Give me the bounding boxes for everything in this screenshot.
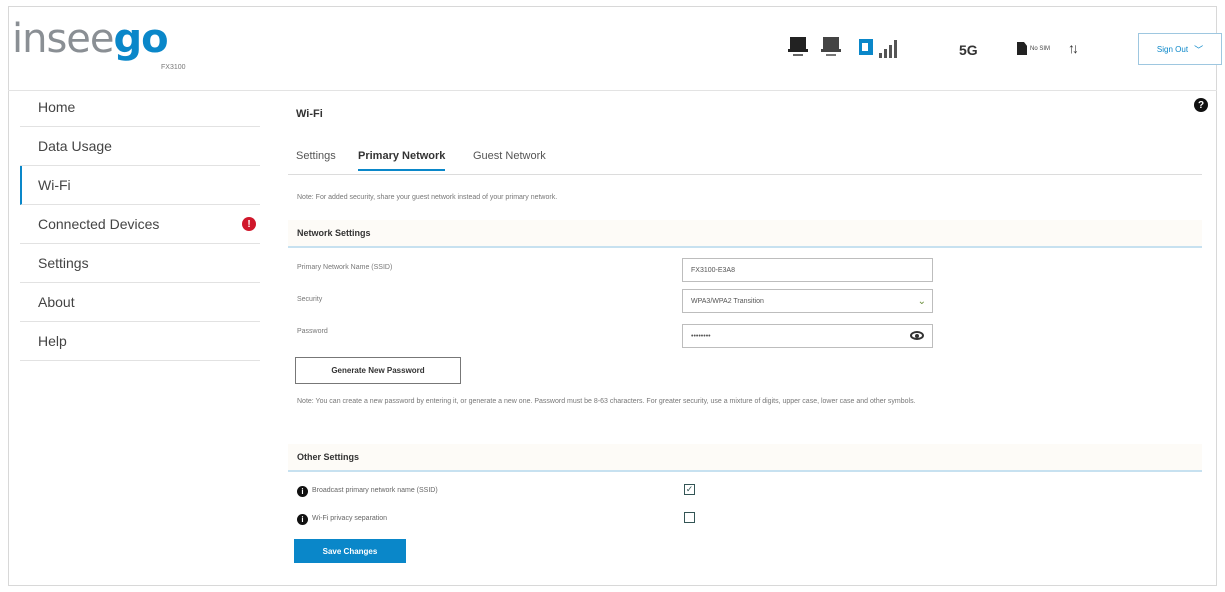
sidebar-item-settings[interactable]: Settings [20,244,260,283]
ssid-value: FX3100-E3A8 [691,266,735,274]
sidebar-item-label: Settings [38,255,89,271]
ssid-input[interactable]: FX3100-E3A8 [682,258,933,282]
security-note: Note: For added security, share your gue… [297,194,558,201]
tab-settings[interactable]: Settings [296,150,336,169]
page-title: Wi-Fi [296,108,323,120]
lan-port-icon [821,37,841,56]
show-password-icon[interactable] [910,331,924,340]
broadcast-ssid-label: Broadcast primary network name (SSID) [312,487,438,494]
password-input[interactable]: •••••••• [682,324,933,348]
tab-guest-network[interactable]: Guest Network [473,150,546,169]
sidebar-item-wifi[interactable]: Wi-Fi [20,166,260,205]
signal-strength-icon [879,38,901,58]
password-note: Note: You can create a new password by e… [297,398,916,405]
chevron-down-icon: ﹀ [1194,44,1204,55]
password-value: •••••••• [691,332,711,340]
data-transfer-icon: ↑↓ [1068,40,1079,56]
sidebar-item-label: Wi-Fi [38,177,71,193]
sidebar-item-label: About [38,294,75,310]
logo-part1: insee [12,16,115,62]
password-label: Password [297,328,328,335]
info-icon[interactable]: i [297,486,308,497]
sim-status: No SIM [1017,42,1050,55]
other-settings-header: Other Settings [288,444,1202,472]
network-settings-header: Network Settings [288,220,1202,248]
section-title: Other Settings [297,452,360,462]
sidebar-item-help[interactable]: Help [20,322,260,361]
sign-out-button[interactable]: Sign Out ﹀ [1138,33,1222,65]
alert-badge-icon: ! [242,217,256,231]
sidebar-item-home[interactable]: Home [20,88,260,127]
tab-primary-network[interactable]: Primary Network [358,150,446,171]
sidebar-item-data-usage[interactable]: Data Usage [20,127,260,166]
privacy-separation-label: Wi-Fi privacy separation [312,515,388,522]
sim-card-icon [1017,42,1027,55]
wifi-device-icon [859,39,873,55]
sim-status-text: No SIM [1030,45,1051,52]
security-label: Security [297,296,323,303]
ssid-label: Primary Network Name (SSID) [297,264,393,271]
sidebar-item-label: Home [38,99,76,115]
top-header: inseego FX3100 5G No SIM ↑↓ Sign Out ﹀ [8,6,1222,91]
sidebar-item-label: Help [38,333,67,349]
generate-password-button[interactable]: Generate New Password [295,357,461,384]
broadcast-ssid-checkbox[interactable]: ✓ [684,484,695,495]
device-model: FX3100 [161,64,186,71]
save-changes-button[interactable]: Save Changes [294,539,406,563]
network-type: 5G [959,42,978,58]
sidebar-item-label: Data Usage [38,138,112,154]
security-value: WPA3/WPA2 Transition [691,297,764,305]
help-icon[interactable]: ? [1194,98,1208,112]
sidebar-item-connected-devices[interactable]: Connected Devices! [20,205,260,244]
info-icon[interactable]: i [297,514,308,525]
sign-out-label: Sign Out [1156,44,1189,54]
chevron-down-icon: ⌄ [917,296,926,307]
lan-port-icon [788,37,808,56]
logo-part2: go [113,16,169,62]
sidebar-item-label: Connected Devices [38,216,160,232]
tab-bar: Settings Primary Network Guest Network [288,146,1202,175]
privacy-separation-checkbox[interactable] [684,512,695,523]
sidebar-item-about[interactable]: About [20,283,260,322]
sidebar-nav: Home Data Usage Wi-Fi Connected Devices!… [20,88,260,361]
section-title: Network Settings [297,228,371,238]
security-select[interactable]: WPA3/WPA2 Transition ⌄ [682,289,933,313]
brand-logo[interactable]: inseego [12,16,169,62]
